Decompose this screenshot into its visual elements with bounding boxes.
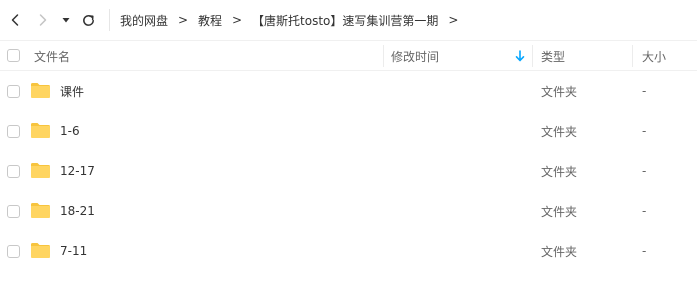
folder-icon bbox=[30, 162, 51, 179]
file-name[interactable]: 7-11 bbox=[60, 231, 87, 271]
folder-icon bbox=[30, 242, 51, 259]
row-checkbox[interactable] bbox=[7, 85, 20, 98]
refresh-icon bbox=[82, 14, 94, 26]
file-name[interactable]: 1-6 bbox=[60, 111, 80, 151]
breadcrumb-separator: > bbox=[232, 13, 243, 27]
row-checkbox[interactable] bbox=[7, 205, 20, 218]
column-divider[interactable] bbox=[383, 45, 384, 67]
file-type: 文件夹 bbox=[541, 164, 578, 179]
column-header-type[interactable]: 类型 bbox=[541, 41, 565, 71]
column-header-name[interactable]: 文件名 bbox=[34, 41, 70, 71]
chevron-right-icon bbox=[39, 14, 47, 26]
file-list-header: 文件名 修改时间 类型 大小 bbox=[0, 40, 697, 71]
file-name[interactable]: 12-17 bbox=[60, 151, 95, 191]
arrow-down-icon bbox=[515, 50, 525, 62]
folder-icon bbox=[30, 122, 51, 139]
row-checkbox[interactable] bbox=[7, 125, 20, 138]
file-row[interactable]: 7-11 文件夹 - bbox=[0, 231, 697, 271]
file-type: 文件夹 bbox=[541, 244, 578, 259]
file-size: - bbox=[642, 84, 647, 98]
file-size: - bbox=[642, 244, 647, 258]
row-checkbox[interactable] bbox=[7, 165, 20, 178]
column-divider[interactable] bbox=[532, 45, 533, 67]
history-dropdown-button[interactable] bbox=[58, 9, 74, 31]
breadcrumb-item-my-drive[interactable]: 我的网盘 bbox=[120, 12, 168, 29]
refresh-button[interactable] bbox=[77, 9, 99, 31]
row-checkbox[interactable] bbox=[7, 245, 20, 258]
file-size: - bbox=[642, 124, 647, 138]
sort-button[interactable] bbox=[515, 41, 525, 71]
file-row[interactable]: 1-6 文件夹 - bbox=[0, 111, 697, 151]
chevron-left-icon bbox=[11, 14, 19, 26]
folder-icon bbox=[30, 82, 51, 99]
breadcrumb-item-tutorials[interactable]: 教程 bbox=[198, 12, 222, 29]
file-type: 文件夹 bbox=[541, 204, 578, 219]
column-divider[interactable] bbox=[632, 45, 633, 67]
file-size: - bbox=[642, 204, 647, 218]
file-type: 文件夹 bbox=[541, 124, 578, 139]
file-size: - bbox=[642, 164, 647, 178]
file-name[interactable]: 课件 bbox=[60, 71, 84, 111]
file-row[interactable]: 18-21 文件夹 - bbox=[0, 191, 697, 231]
file-row[interactable]: 课件 文件夹 - bbox=[0, 71, 697, 111]
forward-button[interactable] bbox=[32, 9, 54, 31]
file-type: 文件夹 bbox=[541, 84, 578, 99]
breadcrumb-item-current-folder[interactable]: 【唐斯托tosto】速写集训营第一期 bbox=[252, 12, 438, 29]
breadcrumb-separator: > bbox=[177, 13, 189, 27]
column-header-modified[interactable]: 修改时间 bbox=[391, 41, 439, 71]
select-all-checkbox[interactable] bbox=[7, 49, 20, 62]
breadcrumb-separator: > bbox=[448, 13, 459, 27]
file-row[interactable]: 12-17 文件夹 - bbox=[0, 151, 697, 191]
folder-icon bbox=[30, 202, 51, 219]
toolbar: 我的网盘 > 教程 > 【唐斯托tosto】速写集训营第一期 > bbox=[0, 0, 697, 40]
file-name[interactable]: 18-21 bbox=[60, 191, 95, 231]
toolbar-divider bbox=[109, 9, 110, 31]
column-header-size[interactable]: 大小 bbox=[642, 41, 666, 71]
caret-down-icon bbox=[62, 18, 70, 23]
breadcrumb: 我的网盘 > 教程 > 【唐斯托tosto】速写集训营第一期 > bbox=[120, 0, 468, 40]
back-button[interactable] bbox=[4, 9, 26, 31]
